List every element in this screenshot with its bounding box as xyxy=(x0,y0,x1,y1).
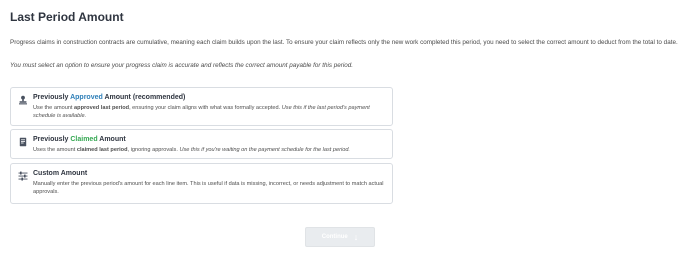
sliders-icon xyxy=(18,171,28,181)
option-title: Custom Amount xyxy=(33,170,88,177)
option-custom-amount[interactable]: Custom Amount Manually enter the previou… xyxy=(10,163,393,204)
option-title: Previously Claimed Amount xyxy=(33,136,126,143)
continue-button[interactable]: Continue ↓ xyxy=(305,227,375,247)
notice-text: You must select an option to ensure your… xyxy=(10,62,354,69)
option-description: Manually enter the previous period's amo… xyxy=(33,181,384,196)
option-previously-approved[interactable]: Previously Approved Amount (recommended)… xyxy=(10,87,393,126)
option-title: Previously Approved Amount (recommended) xyxy=(33,94,186,101)
arrow-down-icon: ↓ xyxy=(353,231,359,242)
option-description: Uses the amount claimed last period, ign… xyxy=(33,147,350,153)
title-highlight: Claimed xyxy=(70,136,98,143)
page-title: Last Period Amount xyxy=(10,10,124,24)
continue-label: Continue xyxy=(321,234,348,240)
title-highlight: Approved xyxy=(70,94,103,101)
option-description: Use the amount approved last period, ens… xyxy=(33,105,370,120)
option-previously-claimed[interactable]: Previously Claimed Amount Uses the amoun… xyxy=(10,129,393,159)
document-icon xyxy=(18,137,28,147)
intro-text: Progress claims in construction contract… xyxy=(10,39,678,46)
approval-stamp-icon xyxy=(18,95,28,105)
